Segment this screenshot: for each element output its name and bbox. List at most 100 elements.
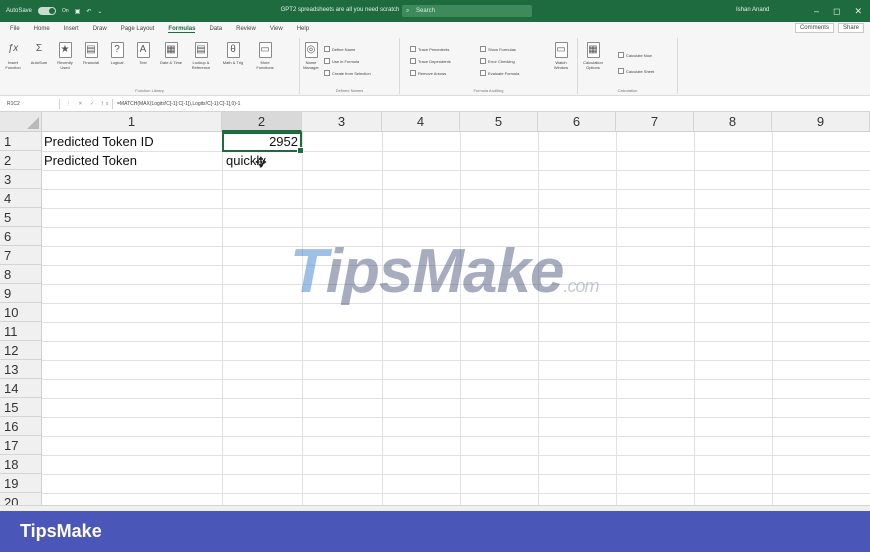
search-box[interactable]: ⌕ Search <box>402 5 532 17</box>
remove-arrows-button[interactable]: Remove Arrows <box>410 70 446 76</box>
column-header-2[interactable]: 2 <box>222 112 302 132</box>
trace-precedents-icon <box>410 46 416 52</box>
row-header-10[interactable]: 10 <box>0 303 42 322</box>
financial-button[interactable]: ▤ Financial <box>80 42 102 65</box>
math-trig-button[interactable]: θ Math & Trig <box>222 42 244 65</box>
undo-icon[interactable]: ↶ <box>86 8 91 15</box>
trace-precedents-button[interactable]: Trace Precedents <box>410 46 449 52</box>
gridline <box>42 341 870 342</box>
gridline <box>42 474 870 475</box>
evaluate-formula-button[interactable]: Evaluate Formula <box>480 70 519 76</box>
user-name[interactable]: Ishan Anand <box>736 7 769 13</box>
tab-page-layout[interactable]: Page Layout <box>121 26 155 32</box>
select-all-corner[interactable] <box>0 112 42 132</box>
column-header-3[interactable]: 3 <box>302 112 382 132</box>
trace-dependents-button[interactable]: Trace Dependents <box>410 58 451 64</box>
gridline <box>42 398 870 399</box>
show-formulas-button[interactable]: Show Formulas <box>480 46 516 52</box>
calculation-options-button[interactable]: ▦ Calculation Options <box>582 42 604 70</box>
comments-button[interactable]: Comments <box>794 23 834 33</box>
row-header-17[interactable]: 17 <box>0 436 42 455</box>
formula-bar-icons[interactable]: ⋮ ✕ ✓ fx <box>66 99 111 109</box>
search-placeholder: Search <box>416 8 436 14</box>
title-bar: AutoSave On ▣ ↶ ⌄ GPT2 spreadsheets are … <box>0 0 870 22</box>
tab-insert[interactable]: Insert <box>64 26 79 32</box>
date-time-button[interactable]: ▦ Date & Time <box>160 42 182 65</box>
date-time-label: Date & Time <box>160 60 183 65</box>
worksheet-grid[interactable]: 1 2 3 4 5 6 7 8 9 1 2 3 4 5 6 7 8 9 10 1… <box>0 112 870 510</box>
calculate-now-label: Calculate Now <box>626 52 652 58</box>
calculate-sheet-label: Calculate Sheet <box>626 68 655 74</box>
function-library-label: Function Library <box>135 88 164 93</box>
logical-label: Logical <box>110 60 124 65</box>
minimize-button[interactable]: – <box>814 6 819 16</box>
create-from-selection-button[interactable]: Create from Selection <box>324 70 371 76</box>
row-header-16[interactable]: 16 <box>0 417 42 436</box>
tab-file[interactable]: File <box>10 26 20 32</box>
tab-review[interactable]: Review <box>236 26 256 32</box>
cell-r1c1[interactable]: Predicted Token ID <box>44 133 154 151</box>
more-functions-button[interactable]: ▭ More Functions <box>254 42 276 70</box>
gridline <box>42 379 870 380</box>
row-header-11[interactable]: 11 <box>0 322 42 341</box>
row-header-8[interactable]: 8 <box>0 265 42 284</box>
row-header-15[interactable]: 15 <box>0 398 42 417</box>
share-button[interactable]: Share <box>837 23 864 33</box>
column-header-8[interactable]: 8 <box>694 112 772 132</box>
show-formulas-label: Show Formulas <box>488 46 516 52</box>
restore-button[interactable]: ◻ <box>833 6 840 17</box>
row-header-14[interactable]: 14 <box>0 379 42 398</box>
column-header-4[interactable]: 4 <box>382 112 460 132</box>
tab-draw[interactable]: Draw <box>93 26 107 32</box>
row-header-2[interactable]: 2 <box>0 151 42 170</box>
row-header-3[interactable]: 3 <box>0 170 42 189</box>
calculate-sheet-button[interactable]: Calculate Sheet <box>618 68 654 74</box>
math-trig-label: Math & Trig <box>222 60 244 65</box>
insert-function-button[interactable]: ƒx Insert Function <box>2 42 24 70</box>
cell-r2c1[interactable]: Predicted Token <box>44 152 137 170</box>
row-header-12[interactable]: 12 <box>0 341 42 360</box>
remove-arrows-label: Remove Arrows <box>418 70 447 76</box>
customize-icon[interactable]: ⌄ <box>97 8 102 15</box>
autosave-toggle[interactable] <box>38 7 57 15</box>
row-header-7[interactable]: 7 <box>0 246 42 265</box>
row-header-19[interactable]: 19 <box>0 474 42 493</box>
tab-help[interactable]: Help <box>297 26 309 32</box>
evaluate-formula-label: Evaluate Formula <box>488 70 520 76</box>
row-header-13[interactable]: 13 <box>0 360 42 379</box>
tab-home[interactable]: Home <box>34 26 50 32</box>
save-icon[interactable]: ▣ <box>75 8 81 15</box>
row-header-18[interactable]: 18 <box>0 455 42 474</box>
row-header-6[interactable]: 6 <box>0 227 42 246</box>
tab-view[interactable]: View <box>270 26 283 32</box>
calculate-now-button[interactable]: Calculate Now <box>618 52 652 58</box>
row-header-9[interactable]: 9 <box>0 284 42 303</box>
column-header-7[interactable]: 7 <box>616 112 694 132</box>
use-in-formula-button[interactable]: Use in Formula <box>324 58 359 64</box>
tab-formulas[interactable]: Formulas <box>168 26 196 33</box>
tab-data[interactable]: Data <box>209 26 222 32</box>
column-header-5[interactable]: 5 <box>460 112 538 132</box>
gridline <box>42 417 870 418</box>
define-name-button[interactable]: Define Name <box>324 46 355 52</box>
calculation-label: Calculation <box>617 88 638 93</box>
logical-icon: ? <box>110 42 124 58</box>
text-button[interactable]: A Text <box>132 42 154 65</box>
row-header-4[interactable]: 4 <box>0 189 42 208</box>
error-checking-button[interactable]: Error Checking <box>480 58 515 64</box>
lookup-reference-button[interactable]: ▤ Lookup & Reference <box>190 42 212 70</box>
logical-button[interactable]: ? Logical <box>106 42 128 65</box>
column-header-6[interactable]: 6 <box>538 112 616 132</box>
row-header-5[interactable]: 5 <box>0 208 42 227</box>
name-manager-button[interactable]: ◎ Name Manager <box>300 42 322 70</box>
column-header-9[interactable]: 9 <box>772 112 870 132</box>
close-button[interactable]: ✕ <box>854 6 862 17</box>
recently-used-button[interactable]: ★ Recently Used <box>54 42 76 70</box>
name-box[interactable]: R1C2 <box>4 99 60 109</box>
column-header-1[interactable]: 1 <box>42 112 222 132</box>
watch-window-button[interactable]: ▭ Watch Window <box>550 42 572 70</box>
formula-input[interactable]: =MATCH(MAX(Logits!C[-1]:C[-1]),Logits!C[… <box>112 99 240 109</box>
autosum-button[interactable]: Σ AutoSum <box>28 42 50 65</box>
row-header-1[interactable]: 1 <box>0 132 42 151</box>
footer-banner: TipsMake <box>0 511 870 552</box>
